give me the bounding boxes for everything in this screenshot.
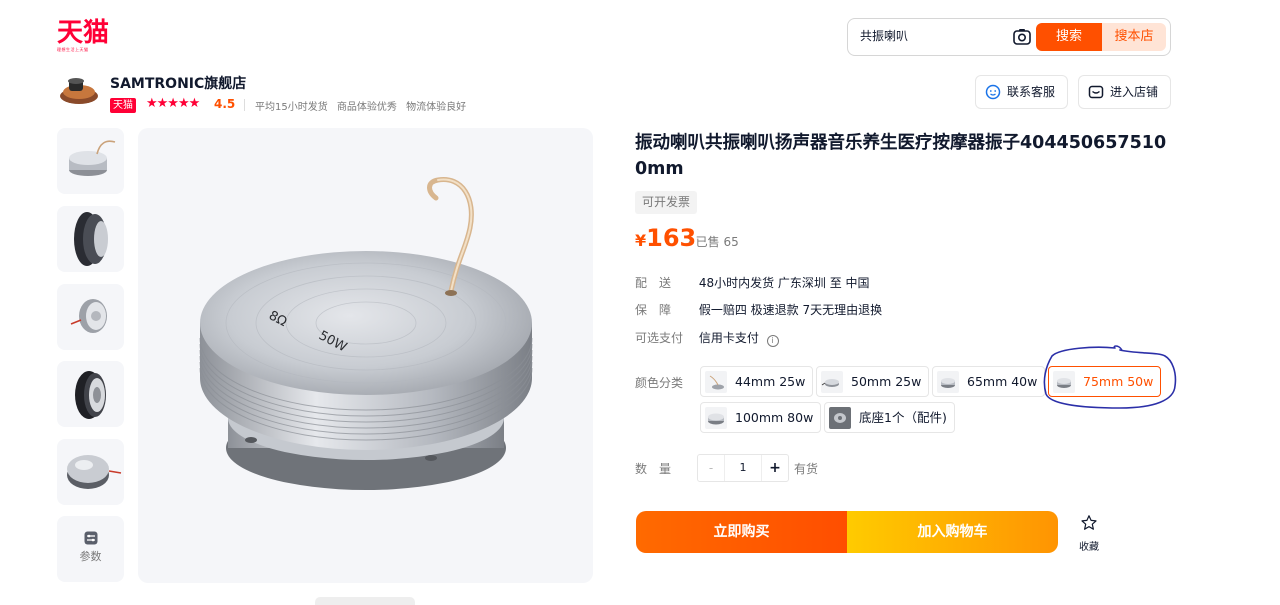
favorite-button[interactable]: 收藏 [1074, 514, 1104, 553]
product-title: 振动喇叭共振喇叭扬声器音乐养生医疗按摩器振子4044506575100mm [635, 133, 1167, 179]
metric-product: 商品体验优秀 [336, 102, 397, 113]
sku-thumb-icon [829, 407, 851, 429]
smile-icon [985, 84, 1001, 100]
gallery-scroll-hint[interactable] [315, 597, 415, 605]
contact-service-button[interactable]: 联系客服 [975, 75, 1068, 109]
quantity-increase-button[interactable]: + [762, 455, 788, 481]
search-button[interactable]: 搜索 [1036, 23, 1102, 51]
store-metrics: 平均15小时发货 商品体验优秀 物流体验良好 [255, 98, 472, 113]
sliders-icon [84, 531, 97, 545]
logo-text: 天猫 [57, 18, 110, 48]
star-icon [1081, 515, 1097, 530]
sku-thumb-icon [1053, 371, 1075, 393]
sku-option-label: 75mm 50w [1083, 374, 1154, 389]
stock-status: 有货 [794, 462, 819, 476]
quantity-input[interactable]: 1 [724, 455, 762, 481]
thumbnail-1[interactable] [57, 128, 124, 194]
sku-option-label: 底座1个（配件) [859, 410, 947, 425]
sku-option-label: 50mm 25w [851, 374, 922, 389]
invoice-tag: 可开发票 [635, 191, 698, 214]
delivery-label: 配 送 [635, 276, 672, 290]
sku-thumb-icon [705, 407, 727, 429]
sold-count: · 已售 65 [688, 235, 739, 249]
enter-store-button[interactable]: 进入店铺 [1078, 75, 1171, 109]
payment-label: 可选支付 [635, 331, 684, 345]
favorite-label: 收藏 [1079, 542, 1099, 553]
sku-option-label: 100mm 80w [735, 410, 814, 425]
sku-option-44mm[interactable]: 44mm 25w [700, 366, 814, 397]
sku-thumb-icon [705, 371, 727, 393]
sku-option-label: 44mm 25w [735, 374, 806, 389]
payment-value: 信用卡支付 [698, 331, 759, 345]
sku-option-75mm[interactable]: 75mm 50w [1048, 366, 1162, 397]
store-avatar[interactable] [57, 74, 101, 108]
guarantee-value: 假一赔四 极速退款 7天无理由退换 [698, 303, 883, 317]
add-to-cart-button[interactable]: 加入购物车 [847, 511, 1058, 553]
thumbnail-3[interactable] [57, 284, 124, 350]
quantity-decrease-button[interactable]: - [698, 455, 724, 481]
store-icon [1088, 85, 1104, 99]
quantity-label: 数量 [635, 462, 684, 476]
sku-thumb-icon [937, 371, 959, 393]
search-bar: 搜索 搜本店 [847, 18, 1171, 56]
sku-option-100mm[interactable]: 100mm 80w [700, 402, 822, 433]
guarantee-row: 保 障 假一赔四 极速退款 7天无理由退换 [635, 301, 882, 318]
divider [244, 99, 245, 111]
quantity-stepper: - 1 + [697, 454, 789, 482]
metric-logistics: 物流体验良好 [406, 102, 467, 113]
params-button[interactable]: 参数 [57, 516, 124, 582]
store-rating-stars: ★★★★★ [146, 96, 200, 111]
camera-icon[interactable] [1012, 27, 1032, 47]
contact-service-label: 联系客服 [1007, 85, 1056, 99]
sku-label: 颜色分类 [635, 376, 684, 390]
info-icon[interactable]: i [766, 335, 779, 347]
buy-now-button[interactable]: 立即购买 [636, 511, 847, 553]
metric-shipping: 平均15小时发货 [255, 102, 328, 113]
tmall-badge: 天猫 [110, 98, 136, 113]
search-input[interactable] [860, 28, 1010, 42]
sku-option-65mm[interactable]: 65mm 40w [932, 366, 1046, 397]
sku-thumb-icon [821, 371, 843, 393]
delivery-row: 配 送 48小时内发货 广东深圳 至 中国 [635, 274, 870, 291]
main-product-image[interactable]: 8Ω 50W [138, 128, 593, 583]
sku-option-base[interactable]: 底座1个（配件) [824, 402, 955, 433]
thumbnail-2[interactable] [57, 206, 124, 272]
payment-row: 可选支付 信用卡支付 i [635, 329, 779, 347]
store-rating-value: 4.5 [214, 97, 236, 111]
enter-store-label: 进入店铺 [1110, 85, 1159, 99]
sku-option-50mm[interactable]: 50mm 25w [816, 366, 930, 397]
price-currency: ¥ [635, 231, 647, 250]
guarantee-label: 保 障 [635, 303, 672, 317]
params-label: 参数 [79, 550, 102, 563]
thumbnail-5[interactable] [57, 439, 124, 505]
sku-option-label: 65mm 40w [967, 374, 1038, 389]
tmall-logo[interactable]: 天猫 理想生活上天猫 [57, 19, 117, 55]
delivery-value: 48小时内发货 广东深圳 至 中国 [698, 276, 870, 290]
thumbnail-4[interactable] [57, 361, 124, 427]
search-store-button[interactable]: 搜本店 [1102, 23, 1166, 51]
store-name[interactable]: SAMTRONIC旗舰店 [110, 73, 246, 93]
